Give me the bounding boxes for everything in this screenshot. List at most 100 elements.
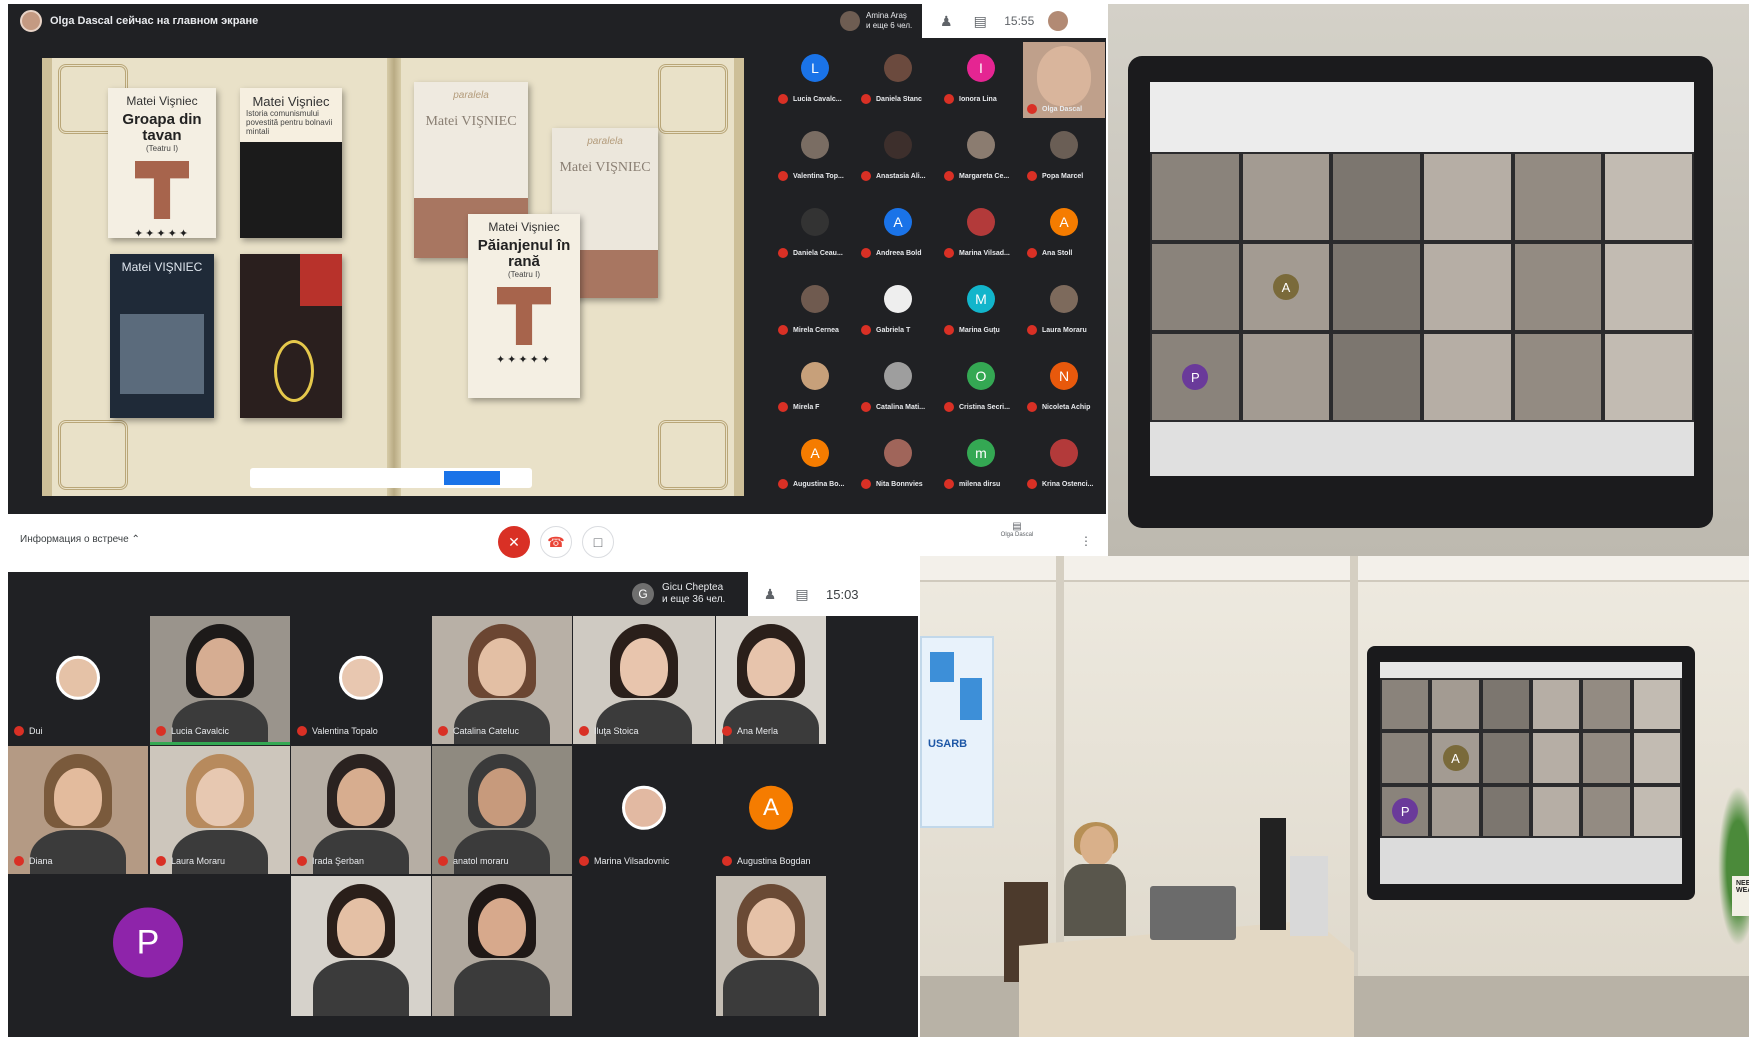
participant-avatar: M <box>967 285 995 313</box>
camera-button[interactable]: □ <box>582 526 614 558</box>
participant-tile[interactable] <box>432 876 572 1016</box>
participant-tile[interactable]: Laura Moraru <box>150 746 290 874</box>
participant-tile[interactable] <box>291 876 431 1016</box>
poster-graphic <box>930 652 954 682</box>
mic-off-icon <box>861 248 871 258</box>
participant-tile[interactable]: Nita Bonnvies <box>857 427 939 503</box>
participant-tile[interactable]: Valentina Top... <box>774 119 856 195</box>
participant-tile[interactable]: M Marina Guţu <box>940 273 1022 349</box>
projected-participant-tile <box>1482 680 1529 730</box>
participant-tile[interactable]: A Augustina Bogdan <box>716 746 826 874</box>
participant-tile[interactable]: Irada Şerban <box>291 746 431 874</box>
mic-off-icon <box>156 726 166 736</box>
chat-icon[interactable]: ▤ <box>792 584 812 604</box>
participant-tile[interactable]: Dui <box>8 616 148 744</box>
mic-off-icon <box>778 248 788 258</box>
topbar-right: Amina Araş и еще 6 чел. ♟ ▤ 15:55 <box>830 4 1106 38</box>
projected-participant-tile <box>1583 786 1630 836</box>
participant-name-row: Valentina Topalo <box>297 726 378 736</box>
mic-off-icon <box>778 402 788 412</box>
participant-tile[interactable]: Anastasia Ali... <box>857 119 939 195</box>
birds-row: ✦✦✦✦✦ <box>495 354 553 366</box>
participant-tile[interactable]: Laura Moraru <box>1023 273 1105 349</box>
presenting-indicator[interactable]: ▤ Olga Dascal <box>962 522 1072 540</box>
self-avatar[interactable] <box>1048 11 1069 31</box>
cookie-accept-button[interactable] <box>444 471 500 485</box>
people-icon[interactable]: ♟ <box>936 11 956 31</box>
participant-name: Nita Bonnvies <box>876 480 923 488</box>
participant-name: Ana Stoll <box>1042 249 1073 257</box>
active-speakers[interactable]: G Gicu Cheptea и еще 36 чел. <box>632 579 725 609</box>
participant-tile[interactable]: Iluţa Stoica <box>573 616 715 744</box>
participant-tile[interactable]: A Ana Stoll <box>1023 196 1105 272</box>
participant-tile[interactable]: Diana <box>8 746 148 874</box>
participant-tile[interactable]: Valentina Topalo <box>291 616 431 744</box>
participant-tile[interactable]: Olga Dascal <box>1023 42 1105 118</box>
participant-tile[interactable]: A Andreea Bold <box>857 196 939 272</box>
speaker-count: и еще 6 чел. <box>866 21 913 30</box>
projected-participant-tile <box>1583 680 1630 730</box>
active-speakers[interactable]: Amina Araş и еще 6 чел. <box>830 4 923 38</box>
phone-hangup-icon: ☎ <box>547 533 565 550</box>
participant-tile[interactable]: Krina Ostenci... <box>1023 427 1105 503</box>
participant-tile[interactable]: Mirela F <box>774 350 856 426</box>
participant-avatar <box>884 54 912 82</box>
cover-red-block <box>300 254 342 306</box>
participant-tile[interactable]: A Augustina Bo... <box>774 427 856 503</box>
participant-tile[interactable]: Ana Merla <box>716 616 826 744</box>
participant-name-row: Daniela Ceau... <box>778 248 858 258</box>
participant-name: Olga Dascal <box>1042 105 1083 113</box>
participant-avatar: N <box>1050 362 1078 390</box>
participant-name: Laura Moraru <box>171 856 226 866</box>
participant-avatar: A <box>1050 208 1078 236</box>
meet-topbar: Olga Dascal сейчас на главном экране Ami… <box>8 4 1106 38</box>
participant-tile[interactable]: O Cristina Secri... <box>940 350 1022 426</box>
participant-tile[interactable]: Catalina Cateluc <box>432 616 572 744</box>
participant-name-row: Andreea Bold <box>861 248 941 258</box>
participant-name-row: Anastasia Ali... <box>861 171 941 181</box>
more-options-icon[interactable]: ⋮ <box>1080 534 1092 548</box>
participant-tile[interactable]: Popa Marcel <box>1023 119 1105 195</box>
participant-tile[interactable]: Daniela Stanc <box>857 42 939 118</box>
meeting-info-button[interactable]: Информация о встрече ⌃ <box>20 534 140 545</box>
participant-tile[interactable]: Gabriela T <box>857 273 939 349</box>
participant-tile[interactable]: m milena dirsu <box>940 427 1022 503</box>
body <box>30 830 126 874</box>
participant-tile[interactable]: L Lucia Cavalc... <box>774 42 856 118</box>
end-call-button[interactable]: ☎ <box>540 526 572 558</box>
participant-name: Catalina Mati... <box>876 403 926 411</box>
mic-off-icon <box>778 479 788 489</box>
chat-icon[interactable]: ▤ <box>970 11 990 31</box>
projected-initial-avatar: A <box>1442 745 1469 771</box>
participant-tile[interactable]: Mirela Cernea <box>774 273 856 349</box>
participant-tile[interactable]: Daniela Ceau... <box>774 196 856 272</box>
mic-off-icon <box>944 171 954 181</box>
participant-avatar <box>339 655 383 700</box>
projected-participant-tile <box>1514 334 1602 420</box>
participant-name-row: Ionora Lina <box>944 94 1024 104</box>
participant-tile[interactable]: Lucia Cavalcic <box>150 616 290 744</box>
participant-tile[interactable]: Margareta Ce... <box>940 119 1022 195</box>
participant-tile[interactable] <box>716 876 826 1016</box>
projected-participant-tile <box>1242 334 1330 420</box>
participant-tile[interactable]: P <box>8 876 288 1016</box>
people-icon[interactable]: ♟ <box>760 584 780 604</box>
projected-participant-tile <box>1633 733 1680 783</box>
participant-tile[interactable]: Catalina Mati... <box>857 350 939 426</box>
mic-off-button[interactable]: ✕ <box>498 526 530 558</box>
projected-participant-tile <box>1514 154 1602 240</box>
cookie-more-link[interactable] <box>506 473 526 483</box>
participant-tile[interactable]: N Nicoleta Achip <box>1023 350 1105 426</box>
projected-participant-tile <box>1333 334 1420 420</box>
plant <box>1718 786 1749 946</box>
participant-tile[interactable]: I Ionora Lina <box>940 42 1022 118</box>
book-subtitle: Istoria comunismului povestită pentru bo… <box>246 109 333 136</box>
participant-name: Daniela Ceau... <box>793 249 843 257</box>
participant-tile[interactable]: Marina Vilsad... <box>940 196 1022 272</box>
participant-avatar: L <box>801 54 829 82</box>
participant-tile[interactable]: Marina Vilsadovnic <box>573 746 715 874</box>
participants-grid: L Lucia Cavalc... Daniela Stanc I Ionora Lin… <box>774 42 1106 502</box>
participant-tile[interactable]: anatol moraru <box>432 746 572 874</box>
mic-off-icon <box>722 856 732 866</box>
speaker-avatar <box>840 11 860 31</box>
